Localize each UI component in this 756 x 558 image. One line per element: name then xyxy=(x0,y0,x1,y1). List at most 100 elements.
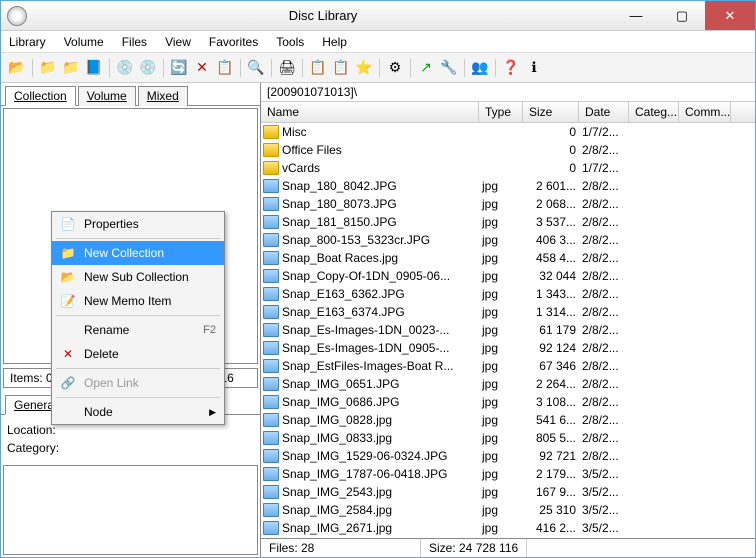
disc-add-icon[interactable]: 💿 xyxy=(138,58,158,78)
menu-tools[interactable]: Tools xyxy=(276,35,304,49)
file-date: 3/5/2... xyxy=(582,467,632,481)
ctx-rename[interactable]: RenameF2 xyxy=(52,318,224,342)
ctx-delete[interactable]: ✕Delete xyxy=(52,342,224,366)
tool-icon[interactable]: 🔧 xyxy=(439,58,459,78)
maximize-button[interactable]: ▢ xyxy=(659,1,705,30)
file-row[interactable]: Snap_180_8042.JPGjpg2 601...2/8/2... xyxy=(261,177,755,195)
export-icon[interactable]: ↗ xyxy=(416,58,436,78)
file-row[interactable]: vCards01/7/2... xyxy=(261,159,755,177)
help-icon[interactable]: ❓ xyxy=(501,58,521,78)
col-name[interactable]: Name xyxy=(261,102,479,122)
toolbar: 📂 📁 📁 📘 💿 💿 🔄 ✕ 📋 🔍 🖨 📋 📋 ⭐ ⚙ ↗ 🔧 👥 ❓ ℹ xyxy=(1,53,755,83)
col-date[interactable]: Date xyxy=(579,102,629,122)
tab-collection[interactable]: Collection xyxy=(5,86,76,106)
file-row[interactable]: Snap_E163_6374.JPGjpg1 314...2/8/2... xyxy=(261,303,755,321)
image-icon xyxy=(263,503,279,517)
favorite-icon[interactable]: ⭐ xyxy=(354,58,374,78)
close-button[interactable]: ✕ xyxy=(705,1,755,30)
col-comm[interactable]: Comm... xyxy=(679,102,731,122)
info-icon[interactable]: ℹ xyxy=(524,58,544,78)
file-list[interactable]: Misc01/7/2...Office Files02/8/2...vCards… xyxy=(261,123,755,538)
minimize-button[interactable]: — xyxy=(613,1,659,30)
ctx-label: Properties xyxy=(84,217,216,231)
file-date: 3/5/2... xyxy=(582,485,632,499)
open-icon[interactable]: 📂 xyxy=(7,58,27,78)
col-type[interactable]: Type xyxy=(479,102,523,122)
file-row[interactable]: Snap_181_8150.JPGjpg3 537...2/8/2... xyxy=(261,213,755,231)
file-date: 2/8/2... xyxy=(582,143,632,157)
file-row[interactable]: Misc01/7/2... xyxy=(261,123,755,141)
ctx-new-collection[interactable]: 📁New Collection xyxy=(52,241,224,265)
file-name: Snap_E163_6362.JPG xyxy=(282,287,482,301)
col-size[interactable]: Size xyxy=(523,102,579,122)
ctx-open-link: 🔗Open Link xyxy=(52,371,224,395)
search-icon[interactable]: 🔍 xyxy=(246,58,266,78)
tab-mixed[interactable]: Mixed xyxy=(138,86,188,106)
file-date: 1/7/2... xyxy=(582,125,632,139)
file-date: 2/8/2... xyxy=(582,251,632,265)
copy-icon[interactable]: 📋 xyxy=(308,58,328,78)
file-row[interactable]: Snap_Boat Races.jpgjpg458 4...2/8/2... xyxy=(261,249,755,267)
print-icon[interactable]: 🖨 xyxy=(277,58,297,78)
menu-favorites[interactable]: Favorites xyxy=(209,35,258,49)
ctx-node[interactable]: Node▶ xyxy=(52,400,224,424)
file-row[interactable]: Snap_180_8073.JPGjpg2 068...2/8/2... xyxy=(261,195,755,213)
file-row[interactable]: Snap_Es-Images-1DN_0905-...jpg92 1242/8/… xyxy=(261,339,755,357)
file-type: jpg xyxy=(482,305,526,319)
file-row[interactable]: Office Files02/8/2... xyxy=(261,141,755,159)
file-row[interactable]: Snap_IMG_0828.jpgjpg541 6...2/8/2... xyxy=(261,411,755,429)
image-icon xyxy=(263,215,279,229)
file-name: Snap_800-153_5323cr.JPG xyxy=(282,233,482,247)
file-type: jpg xyxy=(482,377,526,391)
folder-icon[interactable]: 📁 xyxy=(38,58,58,78)
col-categ[interactable]: Categ... xyxy=(629,102,679,122)
menu-files[interactable]: Files xyxy=(122,35,147,49)
file-row[interactable]: Snap_E163_6362.JPGjpg1 343...2/8/2... xyxy=(261,285,755,303)
file-type: jpg xyxy=(482,503,526,517)
file-date: 2/8/2... xyxy=(582,323,632,337)
file-row[interactable]: Snap_IMG_0833.jpgjpg805 5...2/8/2... xyxy=(261,429,755,447)
file-row[interactable]: Snap_Es-Images-1DN_0023-...jpg61 1792/8/… xyxy=(261,321,755,339)
bottom-status: Files: 28 Size: 24 728 116 xyxy=(261,538,755,557)
file-name: Snap_EstFiles-Images-Boat R... xyxy=(282,359,482,373)
location-label: Location: xyxy=(7,423,254,437)
file-size: 3 537... xyxy=(526,215,582,229)
file-row[interactable]: Snap_EstFiles-Images-Boat R...jpg67 3462… xyxy=(261,357,755,375)
file-row[interactable]: Snap_IMG_0686.JPGjpg3 108...2/8/2... xyxy=(261,393,755,411)
file-row[interactable]: Snap_Copy-Of-1DN_0905-06...jpg32 0442/8/… xyxy=(261,267,755,285)
gear-icon[interactable]: ⚙ xyxy=(385,58,405,78)
tab-volume[interactable]: Volume xyxy=(78,86,136,106)
file-type: jpg xyxy=(482,269,526,283)
file-date: 2/8/2... xyxy=(582,413,632,427)
file-name: Snap_180_8073.JPG xyxy=(282,197,482,211)
folder-add-icon[interactable]: 📁 xyxy=(61,58,81,78)
file-size: 2 264... xyxy=(526,377,582,391)
file-row[interactable]: Snap_IMG_1787-06-0418.JPGjpg2 179...3/5/… xyxy=(261,465,755,483)
refresh-icon[interactable]: 🔄 xyxy=(169,58,189,78)
file-date: 2/8/2... xyxy=(582,197,632,211)
book-icon[interactable]: 📘 xyxy=(84,58,104,78)
file-row[interactable]: Snap_IMG_1529-06-0324.JPGjpg92 7212/8/2.… xyxy=(261,447,755,465)
ctx-new-sub-collection[interactable]: 📂New Sub Collection xyxy=(52,265,224,289)
file-type: jpg xyxy=(482,431,526,445)
users-icon[interactable]: 👥 xyxy=(470,58,490,78)
file-row[interactable]: Snap_IMG_2543.jpgjpg167 9...3/5/2... xyxy=(261,483,755,501)
ctx-label: New Collection xyxy=(84,246,216,260)
menu-help[interactable]: Help xyxy=(322,35,347,49)
ctx-new-memo-item[interactable]: 📝New Memo Item xyxy=(52,289,224,313)
menu-library[interactable]: Library xyxy=(9,35,46,49)
ctx-label: Rename xyxy=(84,323,195,337)
disc-icon[interactable]: 💿 xyxy=(115,58,135,78)
file-row[interactable]: Snap_IMG_2584.jpgjpg25 3103/5/2... xyxy=(261,501,755,519)
paste-icon[interactable]: 📋 xyxy=(331,58,351,78)
file-row[interactable]: Snap_800-153_5323cr.JPGjpg406 3...2/8/2.… xyxy=(261,231,755,249)
ctx-properties[interactable]: 📄Properties xyxy=(52,212,224,236)
menu-view[interactable]: View xyxy=(165,35,191,49)
file-row[interactable]: Snap_IMG_2671.jpgjpg416 2...3/5/2... xyxy=(261,519,755,537)
properties-icon[interactable]: 📋 xyxy=(215,58,235,78)
menu-volume[interactable]: Volume xyxy=(64,35,104,49)
file-name: Snap_Copy-Of-1DN_0905-06... xyxy=(282,269,482,283)
file-row[interactable]: Snap_IMG_0651.JPGjpg2 264...2/8/2... xyxy=(261,375,755,393)
delete-icon[interactable]: ✕ xyxy=(192,58,212,78)
file-size: 2 179... xyxy=(526,467,582,481)
